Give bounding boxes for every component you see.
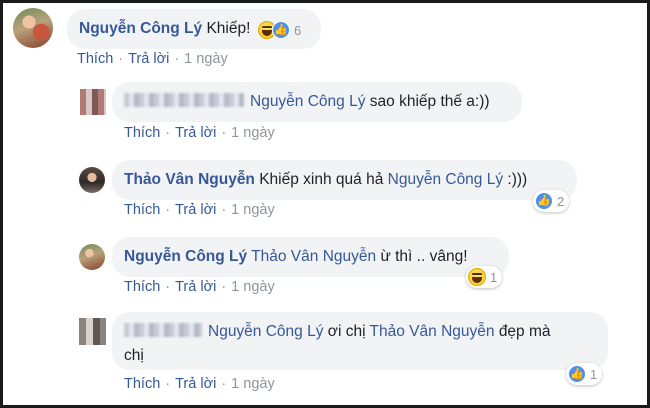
reaction-summary[interactable]: 1 (466, 266, 503, 288)
timestamp[interactable]: 1 ngày (231, 125, 275, 141)
separator: · (165, 279, 171, 295)
reaction-summary[interactable]: 👍 2 (533, 190, 570, 212)
author-name-blurred[interactable] (124, 323, 202, 337)
timestamp[interactable]: 1 ngày (231, 202, 275, 218)
separator: · (165, 202, 171, 218)
reply-link[interactable]: Trả lời (128, 51, 169, 67)
comment-text: Khiếp xinh quá hả (259, 171, 384, 188)
comment-bubble: Nguyễn Công Lý ơi chị Thảo Vân Nguyễn đẹ… (112, 312, 608, 370)
separator: · (118, 51, 124, 67)
like-link[interactable]: Thích (77, 51, 113, 67)
comment-text: sao khiếp thế a:)) (369, 93, 490, 110)
comment-author[interactable]: Nguyễn Công Lý (124, 248, 247, 265)
avatar-blurred[interactable] (79, 318, 106, 345)
reply-link[interactable]: Trả lời (175, 376, 216, 392)
like-icon: 👍 (535, 192, 553, 210)
separator: · (165, 125, 171, 141)
comment-author[interactable]: Nguyễn Công Lý (79, 20, 202, 37)
separator: · (165, 376, 171, 392)
like-link[interactable]: Thích (124, 202, 160, 218)
like-link[interactable]: Thích (124, 376, 160, 392)
comment-actions: Thích · Trả lời · 1 ngày (124, 125, 275, 141)
comment-text: ơi chị (327, 323, 366, 340)
reaction-count: 2 (557, 193, 565, 209)
avatar[interactable] (79, 244, 105, 270)
mention-tag[interactable]: Nguyễn Công Lý (250, 93, 365, 110)
timestamp[interactable]: 1 ngày (184, 51, 228, 67)
like-link[interactable]: Thích (124, 279, 160, 295)
reaction-summary[interactable]: 👍 1 (566, 363, 603, 385)
comment-text: Khiếp! (206, 20, 251, 37)
comment-bubble: Nguyễn Công Lý Thảo Vân Nguyễn ừ thì .. … (112, 237, 509, 277)
timestamp[interactable]: 1 ngày (231, 376, 275, 392)
like-icon: 👍 (568, 365, 586, 383)
mention-tag[interactable]: Nguyễn Công Lý (388, 171, 503, 188)
reaction-count: 1 (590, 366, 598, 382)
comment-bubble: Nguyễn Công Lý sao khiếp thế a:)) (112, 82, 522, 122)
mention-tag[interactable]: Thảo Vân Nguyễn (251, 248, 376, 265)
separator: · (221, 125, 227, 141)
avatar-blurred[interactable] (80, 89, 106, 115)
mention-tag[interactable]: Thảo Vân Nguyễn (370, 323, 495, 340)
reply-link[interactable]: Trả lời (175, 279, 216, 295)
reply-link[interactable]: Trả lời (175, 125, 216, 141)
like-link[interactable]: Thích (124, 125, 160, 141)
mention-tag[interactable]: Nguyễn Công Lý (208, 323, 323, 340)
timestamp[interactable]: 1 ngày (231, 279, 275, 295)
separator: · (174, 51, 180, 67)
comment-actions: Thích · Trả lời · 1 ngày (124, 202, 275, 218)
avatar[interactable] (13, 8, 53, 48)
comment-text: ừ thì .. vâng! (380, 248, 468, 265)
comment-actions: Thích · Trả lời · 1 ngày (124, 376, 275, 392)
comment-text-after: :))) (507, 171, 528, 188)
reaction-count: 6 (294, 22, 302, 38)
haha-icon (468, 268, 486, 286)
author-name-blurred[interactable] (124, 93, 244, 107)
avatar[interactable] (79, 167, 105, 193)
comment-actions: Thích · Trả lời · 1 ngày (77, 51, 228, 67)
reaction-summary[interactable]: 👍 6 (256, 19, 306, 41)
comment-actions: Thích · Trả lời · 1 ngày (124, 279, 275, 295)
separator: · (221, 279, 227, 295)
comment-bubble: Thảo Vân Nguyễn Khiếp xinh quá hả Nguyễn… (112, 160, 577, 200)
comment-author[interactable]: Thảo Vân Nguyễn (124, 171, 255, 188)
reaction-count: 1 (490, 269, 498, 285)
separator: · (221, 202, 227, 218)
like-icon: 👍 (272, 21, 290, 39)
separator: · (221, 376, 227, 392)
reply-link[interactable]: Trả lời (175, 202, 216, 218)
